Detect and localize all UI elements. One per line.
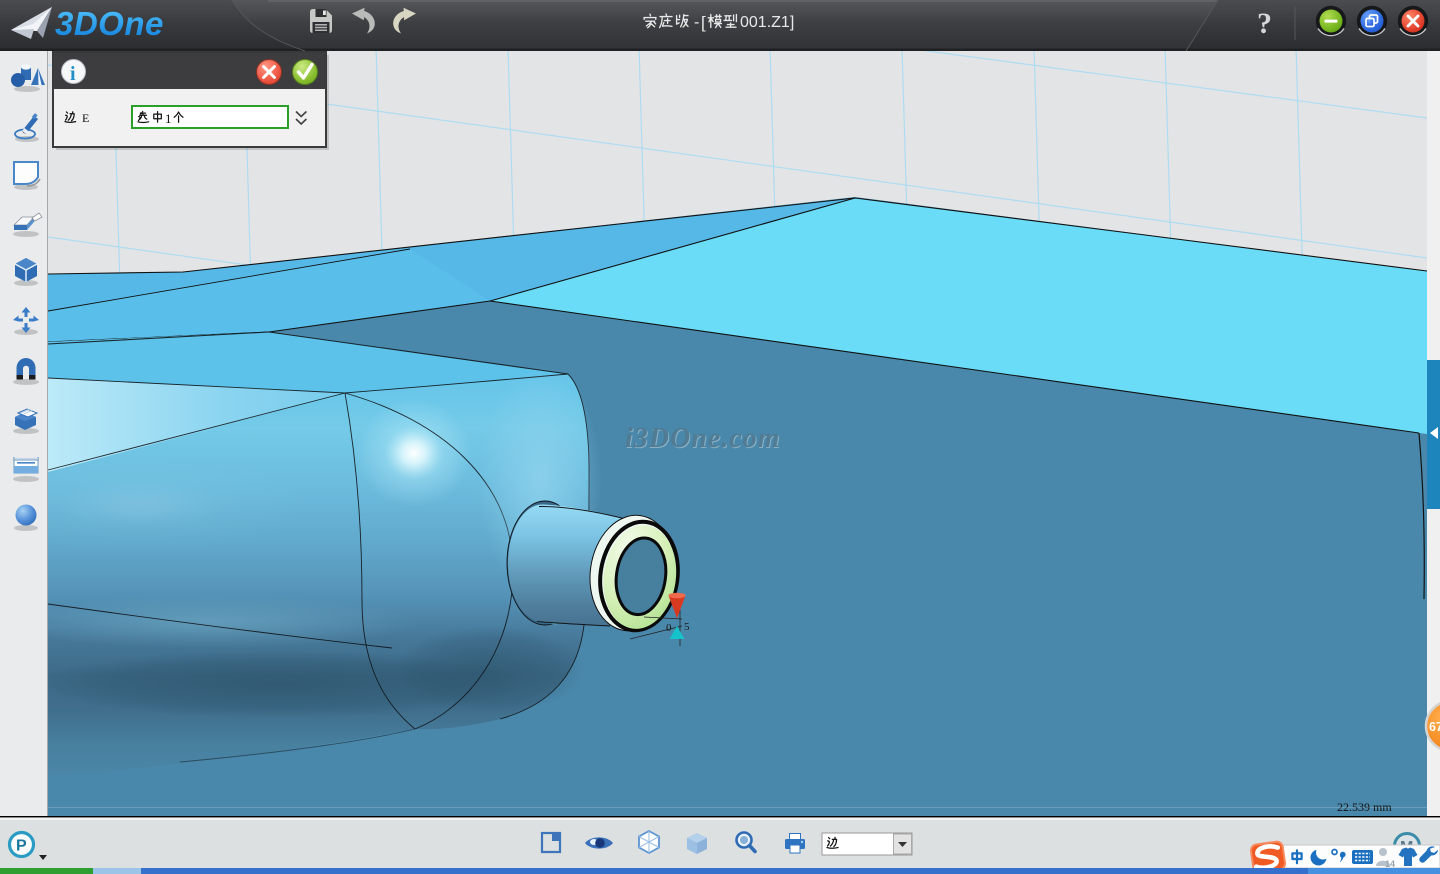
svg-text:001.Z1]: 001.Z1] (740, 14, 794, 31)
svg-text:P: P (16, 838, 27, 855)
svg-text:i: i (70, 63, 76, 85)
svg-text:-: - (694, 14, 699, 31)
svg-text:i3DOne.com: i3DOne.com (625, 423, 780, 454)
svg-text:0: 0 (666, 622, 672, 634)
svg-text:14: 14 (1385, 859, 1395, 869)
svg-text:[: [ (701, 13, 706, 32)
svg-text:E: E (82, 111, 89, 125)
svg-text:5: 5 (684, 621, 690, 633)
svg-text:3DOne: 3DOne (55, 5, 164, 42)
svg-text:?: ? (1257, 7, 1272, 40)
svg-text:67: 67 (1429, 720, 1440, 734)
svg-text:1: 1 (165, 111, 172, 126)
